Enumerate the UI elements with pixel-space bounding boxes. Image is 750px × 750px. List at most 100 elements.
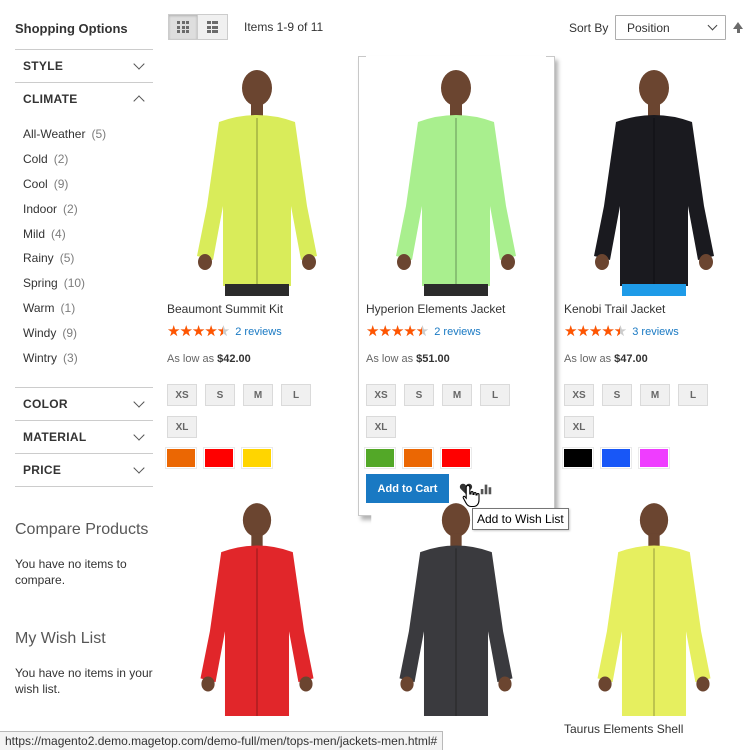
climate-option[interactable]: Mild4 xyxy=(23,221,153,246)
color-swatches xyxy=(166,448,347,468)
product-name[interactable]: Kenobi Trail Jacket xyxy=(564,302,744,316)
climate-options: All-Weather5 Cold2 Cool9 Indoor2 Mild4 R… xyxy=(15,115,153,370)
size-option[interactable]: XL xyxy=(564,416,594,438)
color-swatch[interactable] xyxy=(242,448,272,468)
color-swatch[interactable] xyxy=(639,448,669,468)
product-image[interactable] xyxy=(167,56,347,296)
size-option[interactable]: M xyxy=(640,384,670,406)
product-name[interactable]: Taurus Elements Shell xyxy=(564,722,744,736)
color-swatch[interactable] xyxy=(166,448,196,468)
grid-view-button[interactable] xyxy=(168,14,198,40)
climate-option[interactable]: Spring10 xyxy=(23,271,153,296)
color-swatch[interactable] xyxy=(563,448,593,468)
filter-style-label: STYLE xyxy=(23,59,64,73)
size-option[interactable]: L xyxy=(678,384,708,406)
climate-option[interactable]: Indoor2 xyxy=(23,196,153,221)
product-image[interactable] xyxy=(167,490,347,716)
filter-price[interactable]: PRICE xyxy=(15,453,153,486)
add-to-cart-button[interactable]: Add to Cart xyxy=(366,474,449,503)
filter-climate-header[interactable]: CLIMATE xyxy=(15,82,153,115)
divider xyxy=(15,486,153,487)
option-count: 4 xyxy=(51,227,66,241)
chevron-down-icon xyxy=(133,58,145,70)
product-image[interactable] xyxy=(564,490,744,716)
size-swatches: XS S M L XL xyxy=(167,384,327,438)
chevron-down-icon xyxy=(133,396,145,408)
size-option[interactable]: S xyxy=(602,384,632,406)
rating-stars-icon: ★★★★★★★★★★ xyxy=(167,323,230,340)
filter-price-header[interactable]: PRICE xyxy=(15,453,153,486)
chevron-down-icon xyxy=(133,462,145,474)
grid-icon xyxy=(177,21,189,33)
product-item: Taurus Elements Shell xyxy=(564,490,744,736)
sort-by-label: Sort By xyxy=(569,21,609,35)
size-option[interactable]: L xyxy=(480,384,510,406)
toolbar-amount: Items 1-9 of 11 xyxy=(244,20,324,34)
filter-climate[interactable]: CLIMATE All-Weather5 Cold2 Cool9 Indoor2… xyxy=(15,82,153,370)
product-item: Kenobi Trail Jacket ★★★★★★★★★★ 3 reviews As… xyxy=(563,56,744,468)
climate-option[interactable]: Cold2 xyxy=(23,147,153,172)
size-option[interactable]: XL xyxy=(167,416,197,438)
list-icon xyxy=(206,21,219,33)
size-option[interactable]: M xyxy=(243,384,273,406)
filter-style-header[interactable]: STYLE xyxy=(15,49,153,82)
filter-price-label: PRICE xyxy=(23,463,62,477)
climate-option[interactable]: Rainy5 xyxy=(23,246,153,271)
color-swatch[interactable] xyxy=(204,448,234,468)
price-label: As low as xyxy=(167,353,215,365)
color-swatches xyxy=(563,448,744,468)
product-price: As low as $51.00 xyxy=(366,353,546,365)
filter-color[interactable]: COLOR xyxy=(15,387,153,420)
sort-by-select[interactable]: Position xyxy=(615,15,726,40)
climate-option[interactable]: Cool9 xyxy=(23,172,153,197)
product-price: As low as $47.00 xyxy=(564,353,744,365)
climate-option[interactable]: All-Weather5 xyxy=(23,122,153,147)
filter-color-label: COLOR xyxy=(23,397,68,411)
filter-style[interactable]: STYLE xyxy=(15,49,153,82)
size-option[interactable]: XS xyxy=(167,384,197,406)
color-swatch[interactable] xyxy=(441,448,471,468)
filter-material-header[interactable]: MATERIAL xyxy=(15,420,153,453)
size-option[interactable]: XS xyxy=(366,384,396,406)
color-swatch[interactable] xyxy=(403,448,433,468)
size-option[interactable]: S xyxy=(205,384,235,406)
reviews-link[interactable]: 3 reviews xyxy=(632,326,678,338)
climate-option[interactable]: Windy9 xyxy=(23,320,153,345)
color-swatch[interactable] xyxy=(601,448,631,468)
price-label: As low as xyxy=(564,353,612,365)
wishlist-tooltip: Add to Wish List xyxy=(472,508,569,530)
filter-material[interactable]: MATERIAL xyxy=(15,420,153,453)
size-option[interactable]: S xyxy=(404,384,434,406)
product-image[interactable] xyxy=(366,56,546,296)
product-image[interactable] xyxy=(564,56,744,296)
compare-products-text: You have no items to compare. xyxy=(15,557,127,587)
product-name[interactable]: Beaumont Summit Kit xyxy=(167,302,347,316)
filter-color-header[interactable]: COLOR xyxy=(15,387,153,420)
sort-by-value: Position xyxy=(627,20,670,35)
product-rating: ★★★★★★★★★★ 3 reviews xyxy=(564,323,744,340)
product-name[interactable]: Hyperion Elements Jacket xyxy=(366,302,546,316)
size-option[interactable]: L xyxy=(281,384,311,406)
rating-stars-icon: ★★★★★★★★★★ xyxy=(366,323,429,340)
size-option[interactable]: XS xyxy=(564,384,594,406)
size-option[interactable]: M xyxy=(442,384,472,406)
sort-direction-icon[interactable] xyxy=(733,22,743,33)
reviews-link[interactable]: 2 reviews xyxy=(235,326,281,338)
product-rating: ★★★★★★★★★★ 2 reviews xyxy=(366,323,546,340)
size-swatches: XS S M L XL xyxy=(366,384,526,438)
rating-stars-icon: ★★★★★★★★★★ xyxy=(564,323,627,340)
reviews-link[interactable]: 2 reviews xyxy=(434,326,480,338)
list-view-button[interactable] xyxy=(198,14,228,40)
color-swatch[interactable] xyxy=(365,448,395,468)
climate-option[interactable]: Warm1 xyxy=(23,296,153,321)
climate-option[interactable]: Wintry3 xyxy=(23,345,153,370)
price-value: $42.00 xyxy=(217,353,251,365)
size-option[interactable]: XL xyxy=(366,416,396,438)
view-mode-switcher xyxy=(168,14,228,40)
filter-climate-label: CLIMATE xyxy=(23,92,78,106)
shopping-options-title: Shopping Options xyxy=(15,21,128,36)
product-price: As low as $42.00 xyxy=(167,353,347,365)
option-count: 2 xyxy=(54,152,69,166)
product-item: Hyperion Elements Jacket ★★★★★★★★★★ 2 revi… xyxy=(365,56,546,468)
option-count: 5 xyxy=(91,127,106,141)
